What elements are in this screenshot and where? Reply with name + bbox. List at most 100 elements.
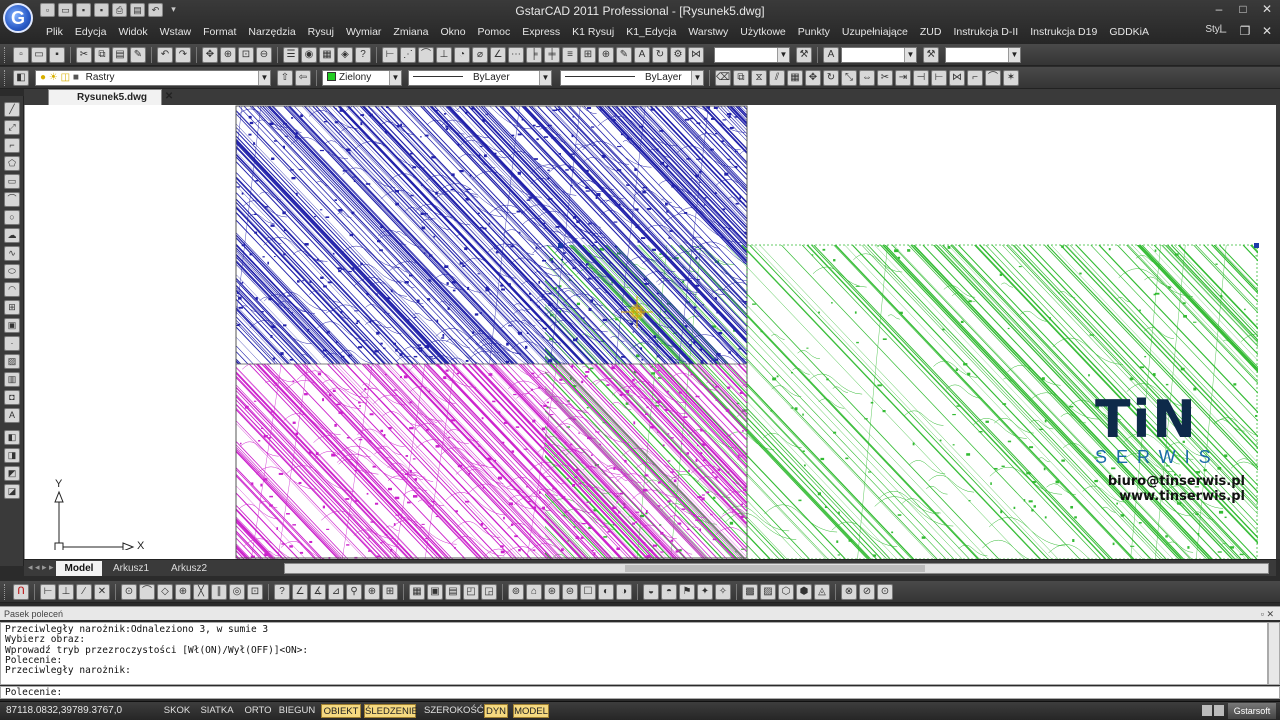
- menu-widok[interactable]: Widok: [112, 24, 153, 40]
- status-toggle-model[interactable]: MODEL: [513, 704, 549, 718]
- layer-isolate-icon[interactable]: ◩: [4, 466, 20, 481]
- tolerance-icon[interactable]: ⊞: [580, 46, 596, 63]
- menu-narzędzia[interactable]: Narzędzia: [242, 24, 301, 40]
- time-icon[interactable]: ◰: [463, 583, 479, 600]
- polygon-icon[interactable]: ⬠: [4, 156, 20, 171]
- rectangle-icon[interactable]: ▭: [4, 174, 20, 189]
- id-point-icon[interactable]: ▣: [427, 583, 443, 600]
- image-clip-icon[interactable]: ◬: [814, 583, 830, 600]
- list-icon[interactable]: ▦: [409, 583, 425, 600]
- drawing-canvas[interactable]: Y X TiN SERWIS biuro@tinserwis.pl www.ti…: [24, 105, 1276, 559]
- mirror-icon[interactable]: ⧖: [751, 69, 767, 86]
- point-icon[interactable]: ·: [4, 336, 20, 351]
- layer-manager-icon[interactable]: ◧: [13, 69, 29, 86]
- revision-cloud-icon[interactable]: ☁: [4, 228, 20, 243]
- menu-k1-edycja[interactable]: K1_Edycja: [620, 24, 682, 40]
- document-tab[interactable]: Rysunek5.dwg ✕: [48, 89, 173, 105]
- hatch-edit-icon[interactable]: ▩: [742, 583, 758, 600]
- view-front-icon[interactable]: ◑: [616, 583, 632, 600]
- copy-object-icon[interactable]: ⧉: [733, 69, 749, 86]
- open-icon[interactable]: ▭: [31, 46, 47, 63]
- layer-previous-icon[interactable]: ⇦: [295, 69, 311, 86]
- light-icon[interactable]: ✦: [697, 583, 713, 600]
- hatch-icon[interactable]: ▨: [4, 354, 20, 369]
- measure-distance-icon[interactable]: ⊿: [328, 583, 344, 600]
- dim-update-icon[interactable]: ↻: [652, 46, 668, 63]
- zoom-window-icon[interactable]: ⊡: [238, 46, 254, 63]
- attribute-edit-icon[interactable]: ⬡: [778, 583, 794, 600]
- ellipse-arc-icon[interactable]: ◠: [4, 282, 20, 297]
- menu-użytkowe[interactable]: Użytkowe: [734, 24, 792, 40]
- dim-diameter-icon[interactable]: ⌀: [472, 46, 488, 63]
- menu-format[interactable]: Format: [197, 24, 242, 40]
- snap-endpoint-icon[interactable]: ⊢: [40, 583, 56, 600]
- render-icon[interactable]: ⚑: [679, 583, 695, 600]
- dim-style-icon[interactable]: ⚙: [670, 46, 686, 63]
- zoom-previous-icon[interactable]: ⊖: [256, 46, 272, 63]
- dim-arc-icon[interactable]: ⌒: [418, 46, 434, 63]
- menu-express[interactable]: Express: [516, 24, 566, 40]
- dim-style-combo[interactable]: ▼: [714, 46, 790, 63]
- minimize-icon[interactable]: –: [1212, 2, 1226, 16]
- trim-icon[interactable]: ✂: [877, 69, 893, 86]
- view-left-icon[interactable]: ◒: [643, 583, 659, 600]
- dim-text-edit-icon[interactable]: A: [634, 46, 650, 63]
- region-icon[interactable]: ◘: [4, 390, 20, 405]
- dim-break-icon[interactable]: ⋈: [688, 46, 704, 63]
- tab-arkusz1[interactable]: Arkusz1: [106, 561, 156, 576]
- dim-linear-icon[interactable]: ⊢: [382, 46, 398, 63]
- close-icon[interactable]: ✕: [1260, 2, 1274, 16]
- status-icon[interactable]: ◲: [481, 583, 497, 600]
- snap-intersection-icon[interactable]: ∕: [76, 583, 92, 600]
- scrollbar-thumb[interactable]: [625, 565, 925, 572]
- center-mark-icon[interactable]: ⊕: [598, 46, 614, 63]
- doc-close-icon[interactable]: ✕: [1260, 24, 1274, 38]
- region-mass-icon[interactable]: ▤: [445, 583, 461, 600]
- layer-states-icon[interactable]: ◧: [4, 430, 20, 445]
- text-style-icon[interactable]: A: [823, 46, 839, 63]
- paste-icon[interactable]: ▤: [112, 46, 128, 63]
- snap-nearest-icon[interactable]: ?: [274, 583, 290, 600]
- xref-icon[interactable]: ⬢: [796, 583, 812, 600]
- zoom-realtime-icon[interactable]: ⊕: [220, 46, 236, 63]
- menu-rysuj[interactable]: Rysuj: [302, 24, 340, 40]
- stretch-icon[interactable]: ⇔: [859, 69, 875, 86]
- snap-none-icon[interactable]: ∠: [292, 583, 308, 600]
- redo-icon[interactable]: ↷: [175, 46, 191, 63]
- horizontal-scrollbar[interactable]: [284, 563, 1269, 574]
- measure-angle-icon[interactable]: ⊞: [382, 583, 398, 600]
- multiline-text-icon[interactable]: A: [4, 408, 20, 423]
- design-center-icon[interactable]: ◉: [301, 46, 317, 63]
- command-input[interactable]: [67, 687, 1168, 698]
- lock-icon[interactable]: [1202, 705, 1212, 716]
- fillet-icon[interactable]: ⌒: [985, 69, 1001, 86]
- dim-baseline-icon[interactable]: ╞: [526, 46, 542, 63]
- measure-area-icon[interactable]: ⚲: [346, 583, 362, 600]
- tab-arkusz2[interactable]: Arkusz2: [164, 561, 214, 576]
- linetype-combo[interactable]: ByLayer ▼: [408, 69, 552, 86]
- break-icon[interactable]: ⊢: [931, 69, 947, 86]
- tab-model[interactable]: Model: [56, 561, 102, 576]
- menu-zmiana[interactable]: Zmiana: [387, 24, 434, 40]
- selection-grip[interactable]: [558, 243, 563, 248]
- properties-icon[interactable]: ☰: [283, 46, 299, 63]
- command-prompt[interactable]: Polecenie:: [0, 686, 1280, 699]
- gradient-icon[interactable]: ▥: [4, 372, 20, 387]
- circle-icon[interactable]: ○: [4, 210, 20, 225]
- image-transparency-icon[interactable]: ⊙: [877, 583, 893, 600]
- cut-icon[interactable]: ✂: [76, 46, 92, 63]
- menu-plik[interactable]: Plik: [40, 24, 69, 40]
- table-style-combo[interactable]: ▼: [945, 46, 1021, 63]
- dim-continue-icon[interactable]: ╪: [544, 46, 560, 63]
- snap-insert-icon[interactable]: ◎: [229, 583, 245, 600]
- match-properties-icon[interactable]: ✎: [130, 46, 146, 63]
- status-toggle-siatka[interactable]: SIATKA: [198, 704, 236, 718]
- polyline-icon[interactable]: ⌐: [4, 138, 20, 153]
- pan-icon[interactable]: ✥: [202, 46, 218, 63]
- array-icon[interactable]: ▦: [787, 69, 803, 86]
- menu-instrukcja-d19[interactable]: Instrukcja D19: [1024, 24, 1103, 40]
- maximize-icon[interactable]: □: [1236, 2, 1250, 16]
- view-top-icon[interactable]: ◐: [598, 583, 614, 600]
- help-icon[interactable]: ?: [355, 46, 371, 63]
- qnew-icon[interactable]: ▫: [13, 46, 29, 63]
